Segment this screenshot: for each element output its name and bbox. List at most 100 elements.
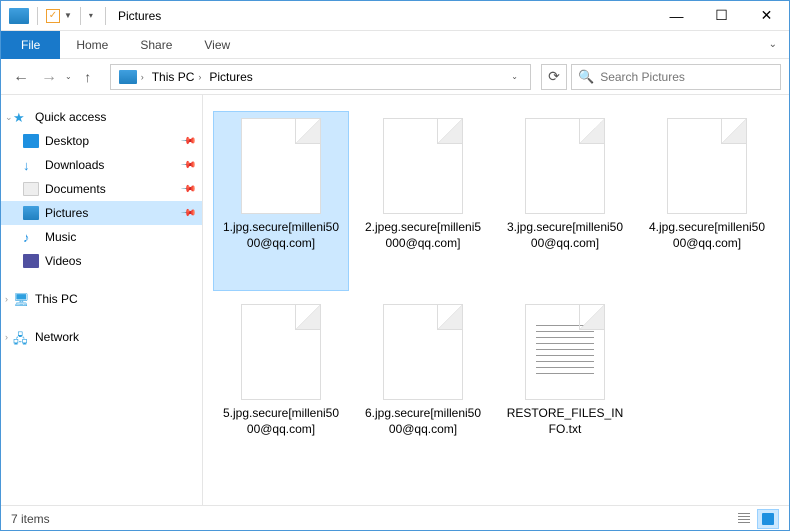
search-box[interactable]: 🔍 bbox=[571, 64, 781, 90]
file-item[interactable]: 6.jpg.secure[milleni5000@qq.com] bbox=[355, 297, 491, 477]
sidebar-item-label: This PC bbox=[35, 292, 78, 306]
pictures-folder-icon bbox=[119, 70, 137, 84]
search-icon: 🔍 bbox=[578, 69, 594, 85]
address-dropdown-icon[interactable]: ⌄ bbox=[503, 72, 526, 81]
window-controls: — ☐ ✕ bbox=[654, 1, 789, 31]
large-icons-view-icon bbox=[762, 513, 774, 525]
pictures-icon bbox=[23, 206, 39, 220]
sidebar-quick-access-group: ⌄ ★ Quick access Desktop 📌 Downloads 📌 D… bbox=[1, 105, 202, 273]
file-name: 5.jpg.secure[milleni5000@qq.com] bbox=[218, 406, 344, 437]
breadcrumb-this-pc[interactable]: This PC › bbox=[148, 65, 206, 89]
videos-icon bbox=[23, 254, 39, 268]
sidebar-item-label: Desktop bbox=[45, 134, 89, 148]
status-bar: 7 items bbox=[1, 505, 789, 531]
sidebar-item-label: Documents bbox=[45, 182, 106, 196]
item-count: 7 items bbox=[11, 512, 50, 526]
desktop-icon bbox=[23, 134, 39, 148]
file-name: 6.jpg.secure[milleni5000@qq.com] bbox=[360, 406, 486, 437]
sidebar-item-videos[interactable]: Videos bbox=[1, 249, 202, 273]
pin-icon: 📌 bbox=[179, 181, 196, 198]
history-dropdown-icon[interactable]: ⌄ bbox=[65, 72, 72, 81]
breadcrumb-label: This PC bbox=[152, 70, 195, 84]
file-item[interactable]: 1.jpg.secure[milleni5000@qq.com] bbox=[213, 111, 349, 291]
ribbon-expand-icon[interactable]: ⌄ bbox=[757, 39, 789, 50]
sidebar-item-label: Music bbox=[45, 230, 76, 244]
main: ⌄ ★ Quick access Desktop 📌 Downloads 📌 D… bbox=[1, 95, 789, 505]
chevron-right-icon[interactable]: › bbox=[5, 294, 8, 304]
sidebar-item-label: Downloads bbox=[45, 158, 104, 172]
breadcrumb-root[interactable]: › bbox=[115, 65, 148, 89]
pin-icon: 📌 bbox=[179, 205, 196, 222]
sidebar-item-documents[interactable]: Documents 📌 bbox=[1, 177, 202, 201]
generic-file-icon bbox=[241, 304, 321, 400]
file-item[interactable]: RESTORE_FILES_INFO.txt bbox=[497, 297, 633, 477]
separator bbox=[37, 7, 38, 25]
tab-view[interactable]: View bbox=[188, 31, 246, 59]
search-input[interactable] bbox=[600, 70, 774, 84]
sidebar-item-downloads[interactable]: Downloads 📌 bbox=[1, 153, 202, 177]
qat-properties-icon[interactable]: ✓ bbox=[46, 9, 60, 23]
tab-share[interactable]: Share bbox=[124, 31, 188, 59]
view-toggles bbox=[733, 509, 779, 529]
documents-icon bbox=[23, 182, 39, 196]
close-button[interactable]: ✕ bbox=[744, 1, 789, 31]
view-large-icons-button[interactable] bbox=[757, 509, 779, 529]
text-file-icon bbox=[525, 304, 605, 400]
sidebar-quick-access[interactable]: ⌄ ★ Quick access bbox=[1, 105, 202, 129]
address-bar[interactable]: › This PC › Pictures ⌄ bbox=[110, 64, 531, 90]
chevron-down-icon[interactable]: ⌄ bbox=[5, 112, 13, 123]
breadcrumb-label: Pictures bbox=[209, 70, 252, 84]
back-button[interactable]: ← bbox=[9, 65, 33, 89]
up-button[interactable]: ↑ bbox=[76, 65, 100, 89]
chevron-right-icon: › bbox=[141, 72, 144, 82]
sidebar: ⌄ ★ Quick access Desktop 📌 Downloads 📌 D… bbox=[1, 95, 203, 505]
file-name: 4.jpg.secure[milleni5000@qq.com] bbox=[644, 220, 770, 251]
qat-dropdown-icon[interactable]: ▼ bbox=[64, 11, 72, 20]
chevron-right-icon: › bbox=[198, 72, 201, 82]
music-icon: ♪ bbox=[23, 230, 39, 244]
file-item[interactable]: 2.jpeg.secure[milleni5000@qq.com] bbox=[355, 111, 491, 291]
file-item[interactable]: 4.jpg.secure[milleni5000@qq.com] bbox=[639, 111, 775, 291]
file-name: 2.jpeg.secure[milleni5000@qq.com] bbox=[360, 220, 486, 251]
sidebar-item-label: Pictures bbox=[45, 206, 88, 220]
generic-file-icon bbox=[383, 304, 463, 400]
refresh-button[interactable]: ⟳ bbox=[541, 64, 567, 90]
qat-customize-icon[interactable]: ▾ bbox=[89, 11, 93, 20]
file-item[interactable]: 3.jpg.secure[milleni5000@qq.com] bbox=[497, 111, 633, 291]
breadcrumb-pictures[interactable]: Pictures bbox=[205, 65, 256, 89]
sidebar-item-music[interactable]: ♪ Music bbox=[1, 225, 202, 249]
folder-app-icon bbox=[9, 8, 29, 24]
window-title: Pictures bbox=[118, 9, 161, 23]
navbar: ← → ⌄ ↑ › This PC › Pictures ⌄ ⟳ 🔍 bbox=[1, 59, 789, 95]
sidebar-this-pc-group: › 🖥 This PC bbox=[1, 287, 202, 311]
file-item[interactable]: 5.jpg.secure[milleni5000@qq.com] bbox=[213, 297, 349, 477]
downloads-icon bbox=[23, 158, 39, 172]
sidebar-network-group: › 🖧 Network bbox=[1, 325, 202, 349]
sidebar-item-label: Quick access bbox=[35, 110, 106, 124]
minimize-button[interactable]: — bbox=[654, 1, 699, 31]
star-icon: ★ bbox=[13, 110, 29, 124]
generic-file-icon bbox=[525, 118, 605, 214]
sidebar-item-desktop[interactable]: Desktop 📌 bbox=[1, 129, 202, 153]
file-name: 3.jpg.secure[milleni5000@qq.com] bbox=[502, 220, 628, 251]
titlebar-left: ✓ ▼ ▾ Pictures bbox=[1, 7, 161, 25]
pin-icon: 📌 bbox=[179, 133, 196, 150]
separator bbox=[80, 7, 81, 25]
chevron-right-icon[interactable]: › bbox=[5, 332, 8, 342]
pin-icon: 📌 bbox=[179, 157, 196, 174]
maximize-button[interactable]: ☐ bbox=[699, 1, 744, 31]
generic-file-icon bbox=[383, 118, 463, 214]
view-details-button[interactable] bbox=[733, 509, 755, 529]
file-pane[interactable]: 1.jpg.secure[milleni5000@qq.com] 2.jpeg.s… bbox=[203, 95, 789, 505]
forward-button[interactable]: → bbox=[37, 65, 61, 89]
sidebar-item-label: Network bbox=[35, 330, 79, 344]
sidebar-this-pc[interactable]: › 🖥 This PC bbox=[1, 287, 202, 311]
sidebar-network[interactable]: › 🖧 Network bbox=[1, 325, 202, 349]
sidebar-item-label: Videos bbox=[45, 254, 81, 268]
network-icon: 🖧 bbox=[13, 330, 29, 344]
file-tab[interactable]: File bbox=[1, 31, 60, 59]
tab-home[interactable]: Home bbox=[60, 31, 124, 59]
sidebar-item-pictures[interactable]: Pictures 📌 bbox=[1, 201, 202, 225]
pc-icon: 🖥 bbox=[13, 292, 29, 306]
generic-file-icon bbox=[667, 118, 747, 214]
